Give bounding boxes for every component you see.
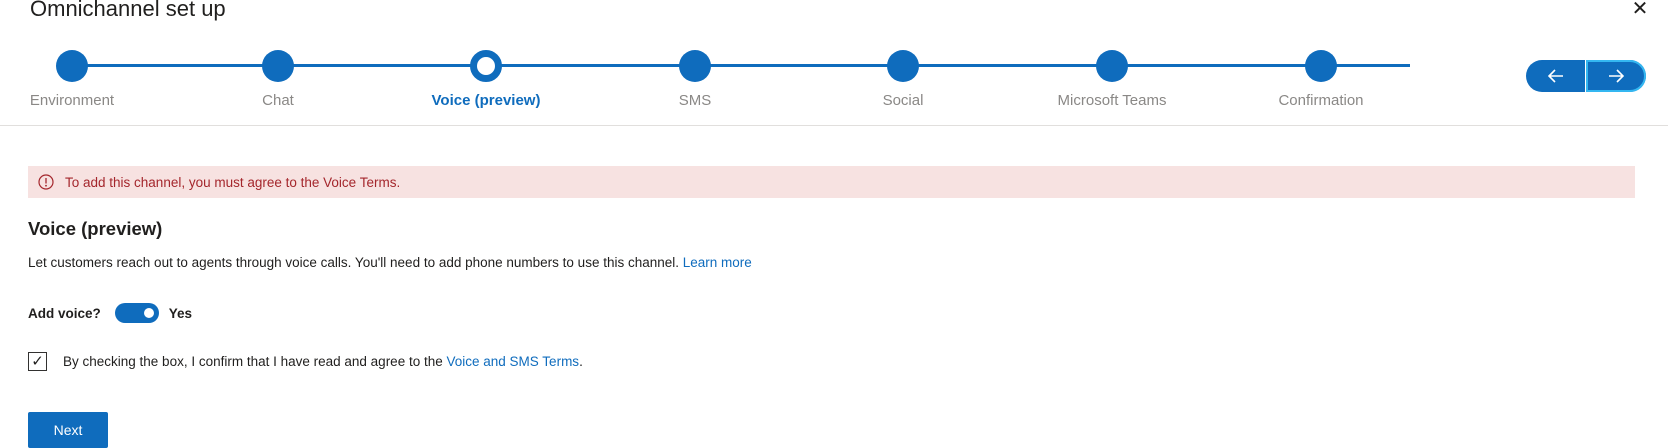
section-description: Let customers reach out to agents throug… <box>28 255 752 270</box>
error-circle-icon <box>38 174 54 190</box>
add-voice-toggle[interactable] <box>114 303 159 323</box>
learn-more-link[interactable]: Learn more <box>683 255 752 270</box>
error-message: To add this channel, you must agree to t… <box>65 174 401 190</box>
close-icon[interactable]: ✕ <box>1630 0 1650 20</box>
step-dot-chat[interactable] <box>262 50 294 82</box>
previous-step-button[interactable] <box>1526 60 1586 92</box>
step-navigation <box>1526 60 1646 92</box>
step-dot-environment[interactable] <box>56 50 88 82</box>
section-title: Voice (preview) <box>28 218 163 239</box>
error-banner: To add this channel, you must agree to t… <box>28 166 1635 198</box>
toggle-knob <box>143 308 154 318</box>
step-label-chat[interactable]: Chat <box>262 92 294 109</box>
add-voice-row: Add voice? Yes <box>28 303 192 323</box>
step-label-voice[interactable]: Voice (preview) <box>432 92 541 109</box>
arrow-left-icon <box>1547 69 1563 83</box>
step-dot-sms[interactable] <box>679 50 711 82</box>
add-voice-label: Add voice? <box>28 305 101 321</box>
checkmark-icon: ✓ <box>31 353 44 370</box>
step-dot-confirmation[interactable] <box>1305 50 1337 82</box>
toggle-state-label: Yes <box>168 305 193 321</box>
terms-text: By checking the box, I confirm that I ha… <box>63 354 443 369</box>
description-text: Let customers reach out to agents throug… <box>28 255 683 270</box>
step-label-confirmation[interactable]: Confirmation <box>1278 92 1363 109</box>
page-title: Omnichannel set up <box>30 0 226 21</box>
step-label-social[interactable]: Social <box>883 92 924 109</box>
header-divider <box>0 125 1668 126</box>
step-label-microsoft-teams[interactable]: Microsoft Teams <box>1058 92 1167 109</box>
terms-checkbox[interactable]: ✓ <box>28 352 47 371</box>
step-label-environment[interactable]: Environment <box>30 92 114 109</box>
terms-suffix: . <box>579 354 583 369</box>
step-dot-voice[interactable] <box>470 50 502 82</box>
next-step-button[interactable] <box>1586 60 1646 92</box>
terms-link[interactable]: Voice and SMS Terms <box>447 354 580 369</box>
step-label-sms[interactable]: SMS <box>679 92 712 109</box>
arrow-right-icon <box>1609 69 1624 83</box>
step-dot-microsoft-teams[interactable] <box>1096 50 1128 82</box>
terms-row: ✓ By checking the box, I confirm that I … <box>28 352 583 371</box>
next-button[interactable]: Next <box>28 412 108 448</box>
step-dot-social[interactable] <box>887 50 919 82</box>
